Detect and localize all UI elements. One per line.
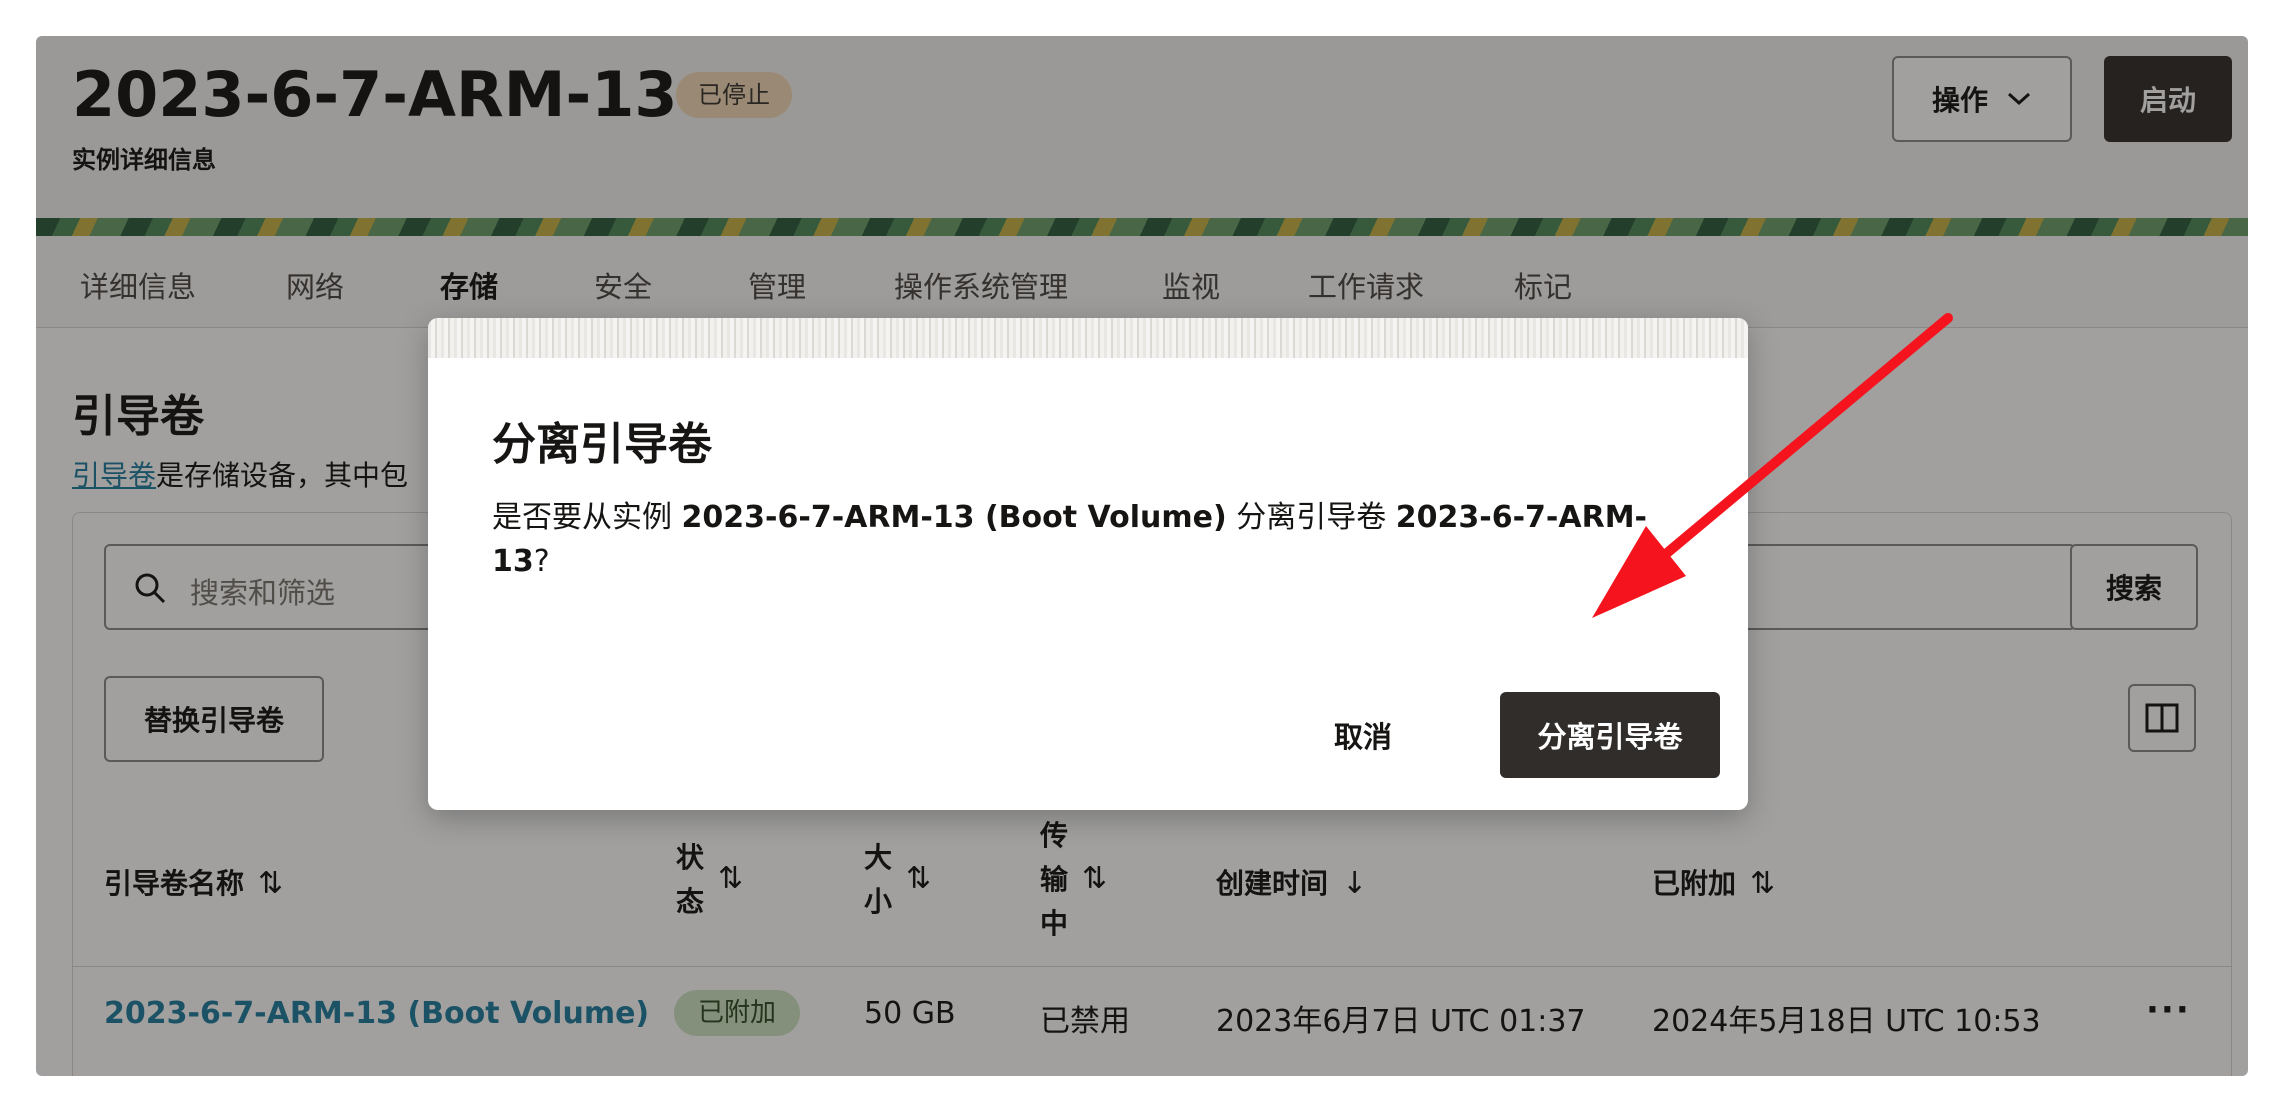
dialog-title: 分离引导卷 [492,419,712,470]
dialog-message: 是否要从实例 2023-6-7-ARM-13 (Boot Volume) 分离引… [492,496,1692,584]
detach-boot-volume-button[interactable]: 分离引导卷 [1500,692,1720,778]
cancel-button[interactable]: 取消 [1308,692,1418,778]
detach-boot-volume-dialog: 分离引导卷 是否要从实例 2023-6-7-ARM-13 (Boot Volum… [428,318,1748,810]
dialog-message-prefix: 是否要从实例 [492,500,682,535]
dialog-message-middle: 分离引导卷 [1226,500,1396,535]
dialog-instance-name: 2023-6-7-ARM-13 (Boot Volume) [681,500,1227,535]
dialog-header-texture [428,318,1748,358]
app-window: 2023-6-7-ARM-13 已停止 实例详细信息 操作 启动 详细信息 网络… [36,36,2248,1076]
dialog-message-suffix: ? [533,544,550,579]
